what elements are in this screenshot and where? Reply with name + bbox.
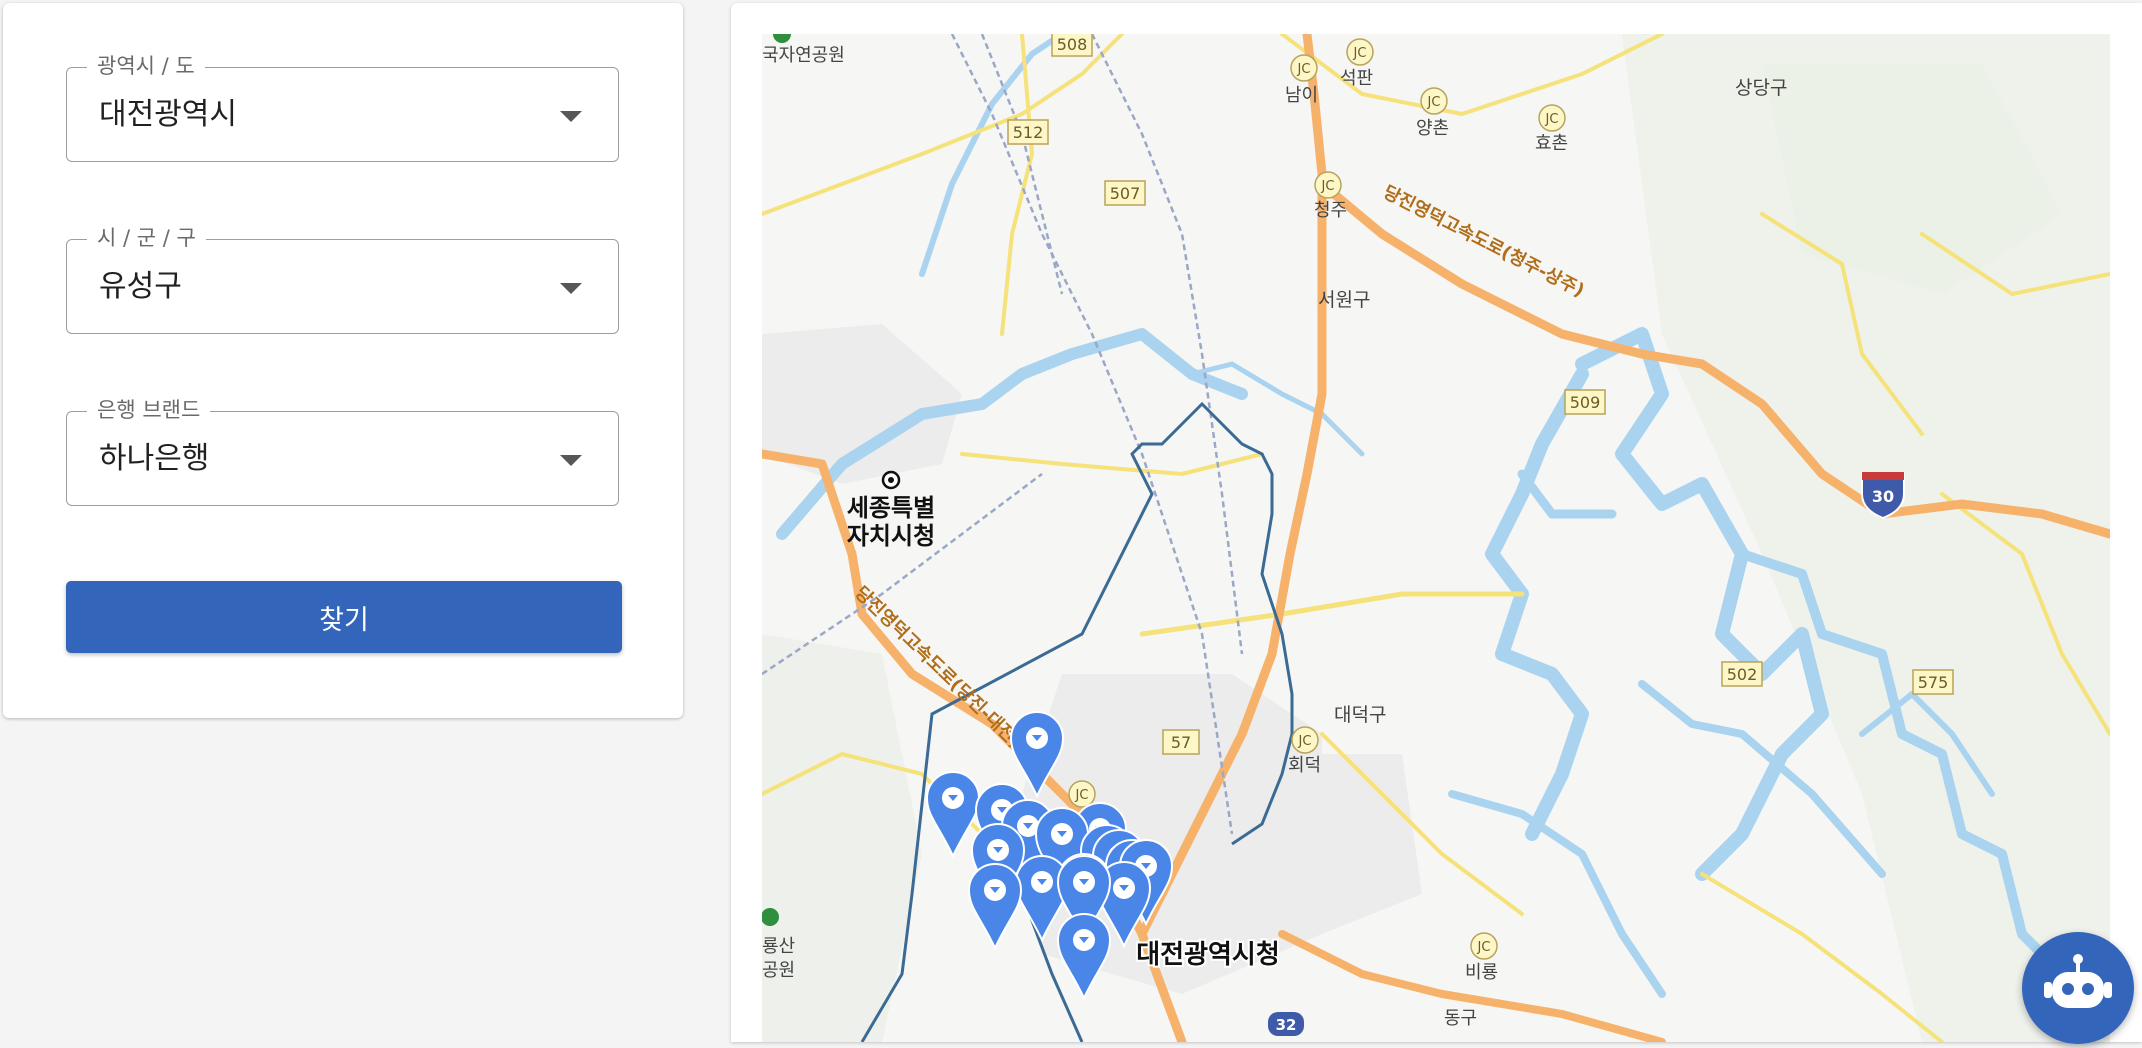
donggu-label: 동구	[1444, 1008, 1477, 1029]
jc-marker: JC	[1291, 726, 1319, 754]
province-select-value: 대전광역시	[99, 97, 237, 132]
hoedeok-label: 회덕	[1288, 755, 1321, 776]
province-select[interactable]: 광역시 / 도 대전광역시	[66, 52, 619, 162]
route-575-shield: 575	[1912, 669, 1954, 695]
chevron-down-icon	[560, 283, 582, 294]
yangchon-label: 양촌	[1416, 118, 1449, 139]
sejong-hall-label-2: 자치시청	[847, 522, 935, 550]
hyochon-label: 효촌	[1535, 133, 1568, 154]
district-select-label: 시 / 군 / 구	[87, 224, 206, 252]
district-select[interactable]: 시 / 군 / 구 유성구	[66, 224, 619, 334]
svg-text:57: 57	[1171, 733, 1191, 752]
chevron-down-icon	[560, 455, 582, 466]
jc-marker: JC	[1346, 38, 1374, 66]
find-button[interactable]: 찾기	[66, 581, 622, 653]
robot-icon	[2044, 954, 2112, 1008]
expressway-north-label: 당진영덕고속도로(청주-상주)	[1380, 182, 1588, 302]
nami-label: 남이	[1285, 85, 1318, 106]
bank-select-label: 은행 브랜드	[87, 396, 211, 424]
svg-text:507: 507	[1110, 184, 1141, 203]
terrain	[762, 34, 2110, 1042]
svg-text:JC: JC	[1298, 734, 1312, 749]
bank-location-marker	[967, 863, 1023, 951]
daejeon-hall-label: 대전광역시청	[1136, 940, 1280, 970]
park-left-label-1: 룡산	[762, 936, 795, 957]
svg-text:575: 575	[1918, 673, 1949, 692]
jc-marker: JC	[1068, 780, 1096, 808]
cheongju-label: 청주	[1314, 200, 1347, 221]
route-507-shield: 507	[1104, 180, 1146, 206]
jc-marker: JC	[1538, 104, 1566, 132]
jc-marker: JC	[1290, 54, 1318, 82]
bank-location-marker	[1056, 913, 1112, 1001]
park-top-label: 국자연공원	[762, 45, 845, 66]
svg-text:30: 30	[1872, 487, 1894, 506]
seowon-label: 서원구	[1318, 289, 1370, 311]
route-512-shield: 512	[1007, 119, 1049, 145]
bank-select-value: 하나은행	[99, 441, 210, 476]
svg-text:JC: JC	[1353, 46, 1367, 61]
route-57-shield: 57	[1162, 729, 1200, 755]
chatbot-button[interactable]	[2022, 932, 2134, 1044]
district-select-value: 유성구	[99, 269, 182, 304]
seokpan-label: 석판	[1340, 68, 1373, 89]
jc-marker: JC	[1420, 87, 1448, 115]
daedeok-label: 대덕구	[1334, 704, 1386, 726]
jc-marker: JC	[1314, 171, 1342, 199]
province-select-label: 광역시 / 도	[87, 52, 205, 80]
svg-text:JC: JC	[1297, 62, 1311, 77]
bank-location-marker	[925, 771, 981, 859]
route-508-shield: 508	[1051, 34, 1093, 57]
svg-text:JC: JC	[1427, 95, 1441, 110]
map-canvas[interactable]: 508 512 507 509 502 575 57 30 32 JC JC J…	[762, 34, 2110, 1042]
park-left-label-2: 공원	[762, 960, 795, 981]
sangdang-label: 상당구	[1735, 77, 1787, 99]
svg-text:JC: JC	[1075, 788, 1089, 803]
sejong-hall-label-1: 세종특별	[847, 494, 935, 522]
bank-select[interactable]: 은행 브랜드 하나은행	[66, 396, 619, 506]
svg-text:32: 32	[1276, 1016, 1297, 1034]
svg-text:512: 512	[1013, 123, 1044, 142]
svg-text:JC: JC	[1545, 112, 1559, 127]
svg-text:JC: JC	[1321, 179, 1335, 194]
biryong-label: 비룡	[1465, 962, 1498, 983]
route-32-shield: 32	[1268, 1012, 1304, 1036]
search-panel: 광역시 / 도 대전광역시 시 / 군 / 구 유성구 은행 브랜드 하나은행 …	[3, 3, 683, 718]
svg-text:502: 502	[1727, 665, 1758, 684]
route-509-shield: 509	[1564, 389, 1606, 415]
svg-text:509: 509	[1570, 393, 1601, 412]
svg-text:JC: JC	[1477, 940, 1491, 955]
route-502-shield: 502	[1721, 661, 1763, 687]
svg-text:508: 508	[1057, 35, 1088, 54]
map-view[interactable]: 508 512 507 509 502 575 57 30 32 JC JC J…	[762, 34, 2110, 1042]
chevron-down-icon	[560, 111, 582, 122]
jc-marker: JC	[1470, 932, 1498, 960]
